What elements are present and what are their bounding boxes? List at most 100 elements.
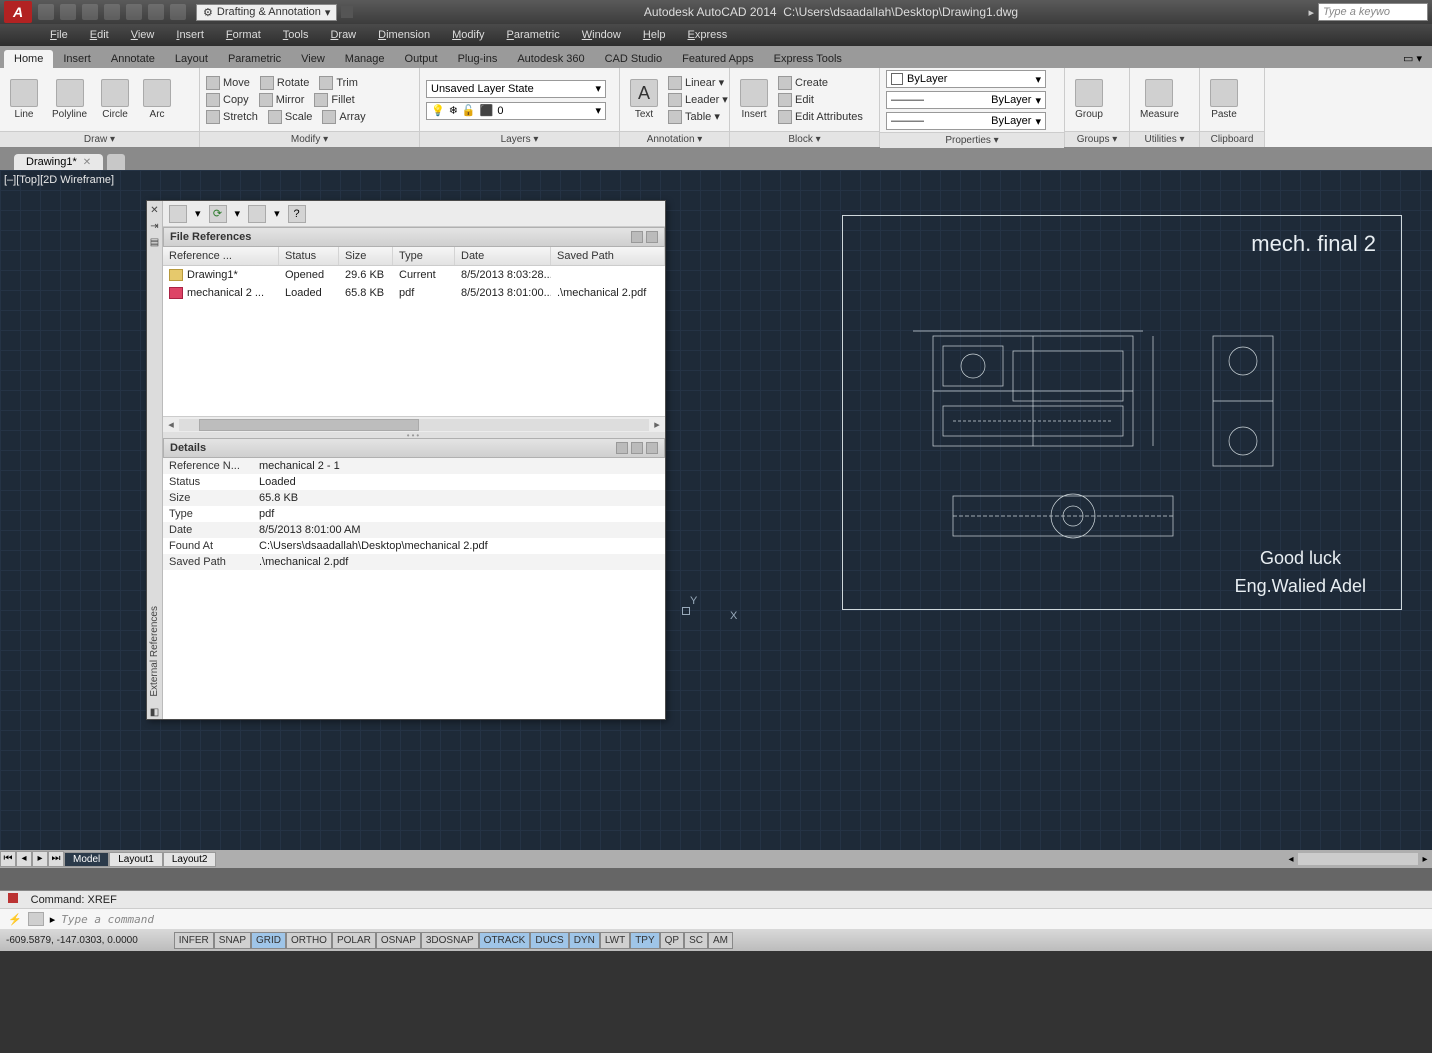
saveas-icon[interactable] xyxy=(104,4,120,20)
toggle-3dosnap[interactable]: 3DOSNAP xyxy=(421,932,479,949)
measure-button[interactable]: Measure xyxy=(1136,77,1183,122)
stretch-button[interactable]: Stretch xyxy=(206,110,258,124)
workspace-dropdown-icon[interactable] xyxy=(341,6,353,18)
layer-state-combo[interactable]: Unsaved Layer State▾ xyxy=(426,80,606,98)
toggle-lwt[interactable]: LWT xyxy=(600,932,630,949)
lineweight-combo[interactable]: ———ByLayer▾ xyxy=(886,112,1046,130)
layout-next-icon[interactable]: ▸ xyxy=(32,851,48,867)
pdf-underlay[interactable]: mech. final 2 xyxy=(842,215,1402,610)
edit-attributes-button[interactable]: Edit Attributes xyxy=(778,110,863,124)
print-icon[interactable] xyxy=(126,4,142,20)
ribbon-collapse-icon[interactable]: ▭ ▾ xyxy=(1393,49,1432,68)
close-cmd-icon[interactable] xyxy=(8,893,18,903)
attach-dwg-icon[interactable] xyxy=(169,205,187,223)
column-header[interactable]: Status xyxy=(279,247,339,265)
palette-autohide-icon[interactable]: ⇥ xyxy=(149,221,161,233)
details-view-icon[interactable] xyxy=(616,442,628,454)
search-chevron-icon[interactable]: ▸ xyxy=(1308,6,1314,19)
layout-first-icon[interactable]: ⏮ xyxy=(0,851,16,867)
new-icon[interactable] xyxy=(38,4,54,20)
layout-scrollbar[interactable] xyxy=(1298,853,1418,865)
layer-current-combo[interactable]: 💡❄🔓⬛0▾ xyxy=(426,102,606,120)
drawing-canvas[interactable]: [–][Top][2D Wireframe] ✕ ⇥ ▤ External Re… xyxy=(0,170,1432,850)
palette-close-icon[interactable]: ✕ xyxy=(149,205,161,217)
linetype-combo[interactable]: ———ByLayer▾ xyxy=(886,91,1046,109)
edit-button[interactable]: Edit xyxy=(778,93,863,107)
ribbon-tab-insert[interactable]: Insert xyxy=(53,50,101,68)
menu-format[interactable]: Format xyxy=(216,27,271,43)
trim-button[interactable]: Trim xyxy=(319,76,358,90)
menu-window[interactable]: Window xyxy=(572,27,631,43)
column-header[interactable]: Reference ... xyxy=(163,247,279,265)
toggle-ducs[interactable]: DUCS xyxy=(530,932,568,949)
column-header[interactable]: Type xyxy=(393,247,455,265)
toggle-am[interactable]: AM xyxy=(708,932,733,949)
table-button[interactable]: Table ▾ xyxy=(668,110,728,124)
ribbon-tab-output[interactable]: Output xyxy=(395,50,448,68)
save-icon[interactable] xyxy=(82,4,98,20)
menu-edit[interactable]: Edit xyxy=(80,27,119,43)
ribbon-tab-plug-ins[interactable]: Plug-ins xyxy=(448,50,508,68)
copy-button[interactable]: Copy xyxy=(206,93,249,107)
ribbon-tab-autodesk-360[interactable]: Autodesk 360 xyxy=(507,50,594,68)
create-button[interactable]: Create xyxy=(778,76,863,90)
ribbon-tab-manage[interactable]: Manage xyxy=(335,50,395,68)
arc-button[interactable]: Arc xyxy=(139,77,175,122)
toggle-infer[interactable]: INFER xyxy=(174,932,214,949)
collapse-icon[interactable] xyxy=(646,442,658,454)
ribbon-tab-home[interactable]: Home xyxy=(4,50,53,68)
array-button[interactable]: Array xyxy=(322,110,365,124)
help-icon[interactable]: ? xyxy=(288,205,306,223)
refresh-dropdown-icon[interactable]: ▾ xyxy=(235,207,241,220)
layout-last-icon[interactable]: ⏭ xyxy=(48,851,64,867)
search-input[interactable]: Type a keywo xyxy=(1318,3,1428,21)
preview-icon[interactable] xyxy=(631,442,643,454)
toggle-grid[interactable]: GRID xyxy=(251,932,286,949)
file-reference-row[interactable]: mechanical 2 ...Loaded65.8 KBpdf8/5/2013… xyxy=(163,284,665,302)
hscroll-right-icon[interactable]: ▸ xyxy=(1418,854,1432,865)
toggle-osnap[interactable]: OSNAP xyxy=(376,932,421,949)
file-reference-row[interactable]: Drawing1*Opened29.6 KBCurrent8/5/2013 8:… xyxy=(163,266,665,284)
insert-button[interactable]: Insert xyxy=(736,77,772,122)
layout-tab-layout1[interactable]: Layout1 xyxy=(109,852,163,867)
ribbon-tab-view[interactable]: View xyxy=(291,50,335,68)
detail-view-icon[interactable] xyxy=(646,231,658,243)
menu-help[interactable]: Help xyxy=(633,27,676,43)
layout-tab-model[interactable]: Model xyxy=(64,852,109,867)
view-controls[interactable]: [–][Top][2D Wireframe] xyxy=(4,174,114,186)
palette-menu-icon[interactable]: ▤ xyxy=(149,237,161,249)
linear-button[interactable]: Linear ▾ xyxy=(668,76,728,90)
column-header[interactable]: Saved Path xyxy=(551,247,665,265)
open-icon[interactable] xyxy=(60,4,76,20)
group-button[interactable]: Group xyxy=(1071,77,1107,122)
toggle-snap[interactable]: SNAP xyxy=(214,932,251,949)
line-button[interactable]: Line xyxy=(6,77,42,122)
ribbon-tab-cad-studio[interactable]: CAD Studio xyxy=(595,50,672,68)
layout-tab-layout2[interactable]: Layout2 xyxy=(163,852,217,867)
circle-button[interactable]: Circle xyxy=(97,77,133,122)
close-tab-icon[interactable]: ✕ xyxy=(83,157,91,168)
toggle-polar[interactable]: POLAR xyxy=(332,932,376,949)
app-logo[interactable]: A xyxy=(4,1,32,23)
menu-dimension[interactable]: Dimension xyxy=(368,27,440,43)
file-references-grid[interactable]: Drawing1*Opened29.6 KBCurrent8/5/2013 8:… xyxy=(163,266,665,416)
attach-dropdown-icon[interactable]: ▾ xyxy=(195,207,201,220)
menu-modify[interactable]: Modify xyxy=(442,27,494,43)
document-tab[interactable]: Drawing1*✕ xyxy=(14,154,103,170)
scale-button[interactable]: Scale xyxy=(268,110,313,124)
paste-button[interactable]: Paste xyxy=(1206,77,1242,122)
palette-grip-icon[interactable]: ◧ xyxy=(149,707,161,719)
text-button[interactable]: AText xyxy=(626,77,662,122)
column-header[interactable]: Size xyxy=(339,247,393,265)
toggle-ortho[interactable]: ORTHO xyxy=(286,932,332,949)
list-view-icon[interactable] xyxy=(631,231,643,243)
toggle-sc[interactable]: SC xyxy=(684,932,708,949)
menu-insert[interactable]: Insert xyxy=(166,27,214,43)
menu-express[interactable]: Express xyxy=(678,27,738,43)
toggle-qp[interactable]: QP xyxy=(660,932,684,949)
toggle-tpy[interactable]: TPY xyxy=(630,932,659,949)
menu-parametric[interactable]: Parametric xyxy=(497,27,570,43)
ribbon-tab-featured-apps[interactable]: Featured Apps xyxy=(672,50,764,68)
workspace-selector[interactable]: Drafting & Annotation▾ xyxy=(196,4,337,21)
horizontal-scrollbar[interactable]: ◂▸ xyxy=(163,416,665,432)
